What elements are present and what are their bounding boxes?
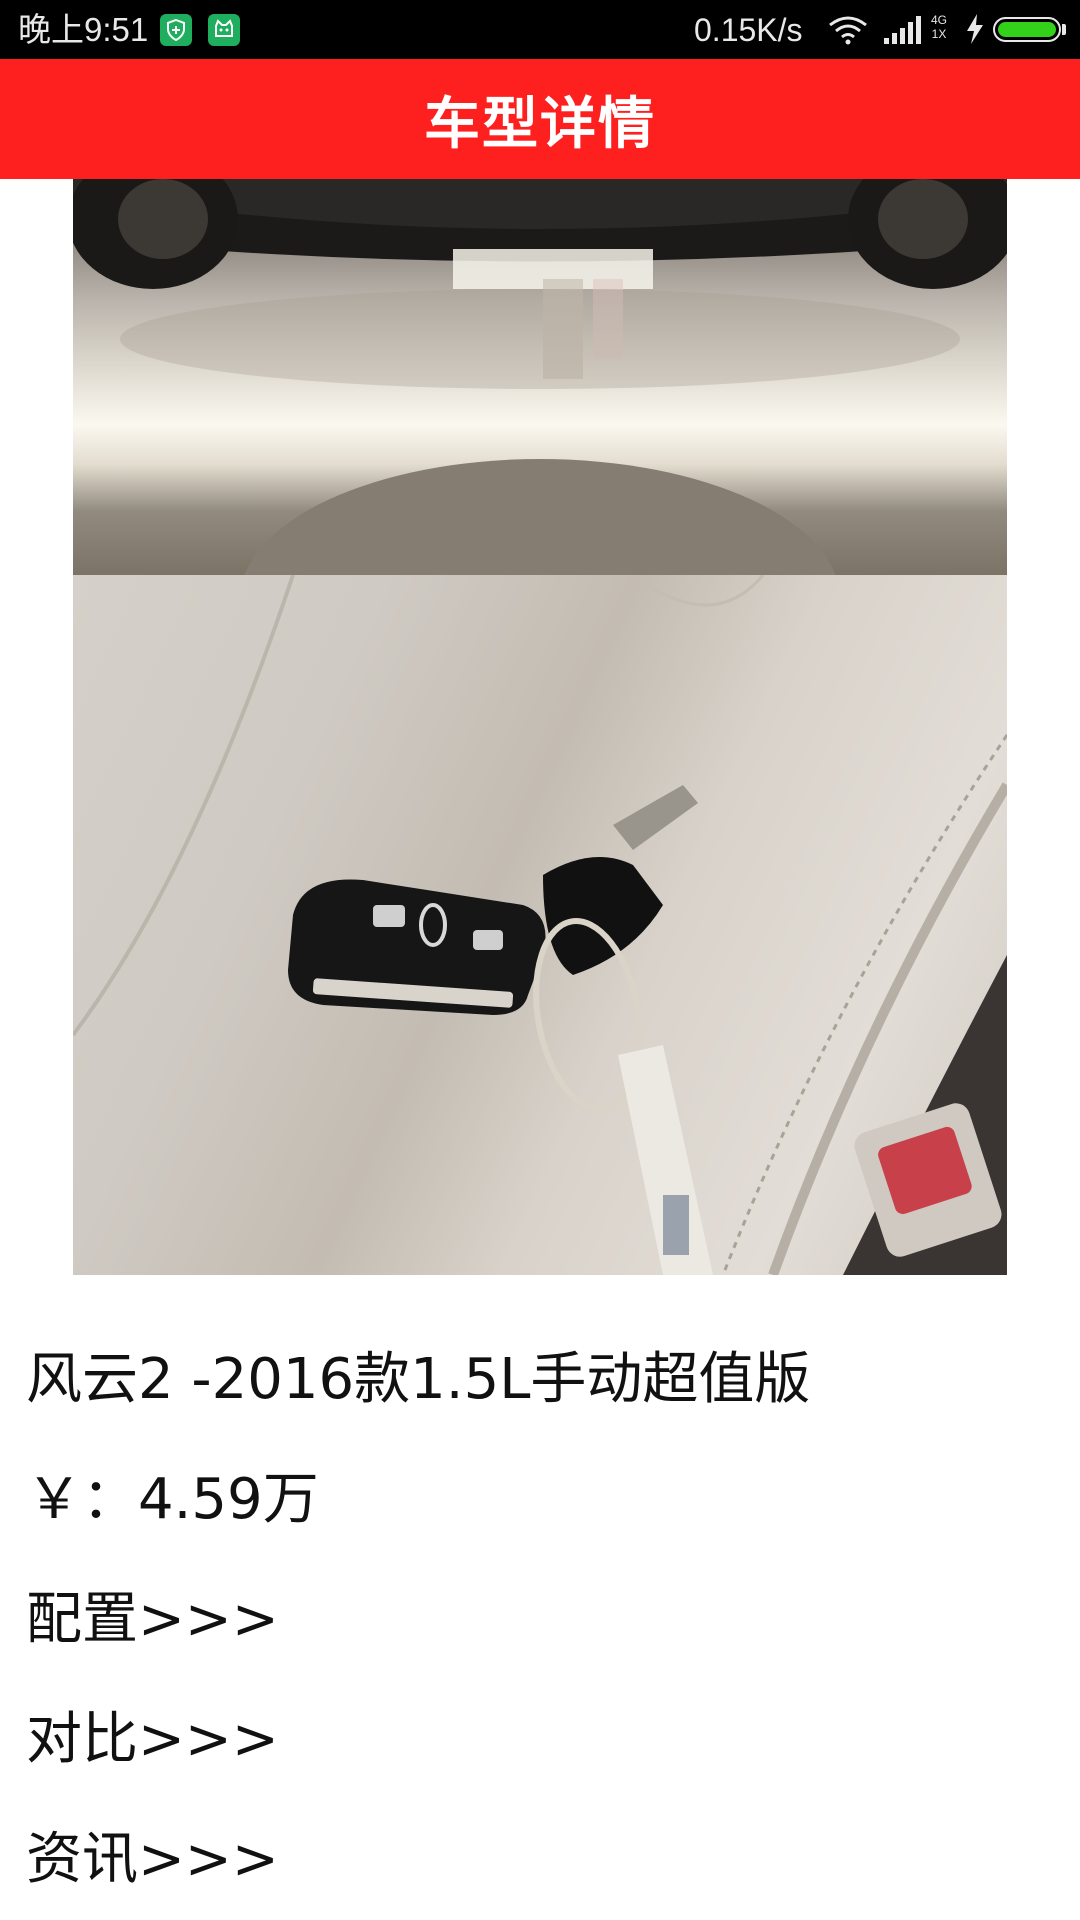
car-key-illustration xyxy=(73,575,1007,1275)
config-link[interactable]: 配置>>> xyxy=(26,1586,279,1654)
battery-tip xyxy=(1062,24,1066,35)
signal-icon xyxy=(884,16,924,49)
car-underbody-illustration xyxy=(73,179,1007,575)
app-header: 车型详情 xyxy=(0,59,1080,179)
car-model-name: 风云2 -2016款1.5L手动超值版 xyxy=(26,1347,811,1412)
network-type-bottom: 1X xyxy=(931,27,947,41)
wifi-icon xyxy=(828,15,868,50)
status-bar: 晚上9:51 0.15K/s 4G 1X xyxy=(0,0,1080,59)
car-underbody-photo[interactable] xyxy=(73,179,1007,575)
compare-link[interactable]: 对比>>> xyxy=(26,1706,279,1774)
status-time: 晚上9:51 xyxy=(18,11,149,48)
network-speed: 0.15K/s xyxy=(694,12,803,48)
car-price: ￥：4.59万 xyxy=(26,1467,319,1532)
battery-level xyxy=(998,22,1056,37)
car-key-on-seat-photo[interactable] xyxy=(73,575,1007,1275)
shield-app-icon xyxy=(160,14,192,46)
cat-app-icon xyxy=(208,14,240,46)
page-title: 车型详情 xyxy=(424,91,656,157)
network-type: 4G 1X xyxy=(928,13,950,41)
charging-icon xyxy=(965,14,985,49)
battery-icon xyxy=(993,17,1061,42)
news-link[interactable]: 资讯>>> xyxy=(26,1826,279,1894)
network-type-top: 4G xyxy=(930,13,947,27)
